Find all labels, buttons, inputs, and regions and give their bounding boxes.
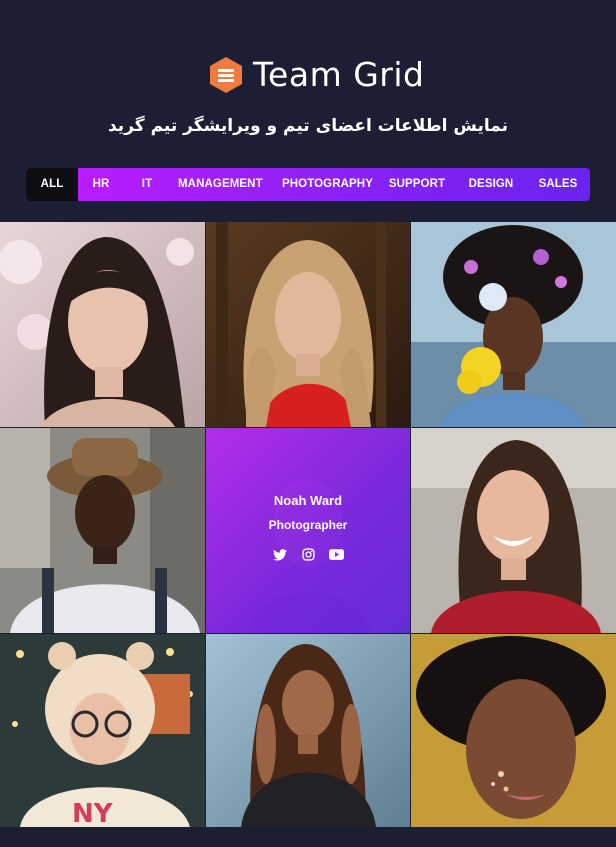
filter-hr[interactable]: HR xyxy=(86,168,116,201)
filter-photography[interactable]: PHOTOGRAPHY xyxy=(282,168,373,201)
team-member-card[interactable] xyxy=(206,222,410,427)
member-photo: NY xyxy=(0,634,205,827)
instagram-icon[interactable] xyxy=(300,547,316,563)
filter-design[interactable]: DESIGN xyxy=(466,168,516,201)
page-title: Team Grid xyxy=(253,55,425,94)
filter-management[interactable]: MANAGEMENT xyxy=(178,168,263,201)
social-links xyxy=(266,547,350,563)
twitter-icon[interactable] xyxy=(272,547,288,563)
team-grid-logo-icon xyxy=(210,57,242,93)
team-member-card[interactable]: NY xyxy=(0,634,205,827)
svg-text:NY: NY xyxy=(72,799,114,827)
member-photo xyxy=(0,428,205,633)
filter-it[interactable]: IT xyxy=(136,168,158,201)
filter-sales[interactable]: SALES xyxy=(536,168,580,201)
filter-all[interactable]: ALL xyxy=(26,168,78,201)
member-photo xyxy=(0,222,205,427)
team-member-card[interactable] xyxy=(0,428,205,633)
member-photo xyxy=(206,222,410,427)
team-member-card[interactable] xyxy=(206,634,410,827)
member-photo xyxy=(411,634,616,827)
page-header: Team Grid نمایش اطلاعات اعضای تیم و ویرا… xyxy=(0,0,616,222)
member-photo xyxy=(411,222,616,427)
member-photo xyxy=(206,634,410,827)
member-photo xyxy=(411,428,616,633)
team-member-card[interactable] xyxy=(0,222,205,427)
member-role: Photographer xyxy=(268,517,348,532)
member-info-overlay: Noah Ward Photographer xyxy=(206,428,410,633)
filter-support[interactable]: SUPPORT xyxy=(388,168,446,201)
team-member-card-hovered[interactable]: Noah Ward Photographer xyxy=(206,428,410,633)
team-member-card[interactable] xyxy=(411,428,616,633)
page-footer xyxy=(0,827,616,847)
filter-bar: ALL HR IT MANAGEMENT PHOTOGRAPHY SUPPORT… xyxy=(26,168,590,201)
member-name: Noah Ward xyxy=(273,492,343,508)
team-grid: Noah Ward Photographer NY xyxy=(0,222,616,827)
team-member-card[interactable] xyxy=(411,634,616,827)
youtube-icon[interactable] xyxy=(328,547,344,563)
page-subtitle: نمایش اطلاعات اعضای تیم و ویرایشگر تیم گ… xyxy=(107,116,509,136)
brand: Team Grid xyxy=(207,55,424,95)
team-member-card[interactable] xyxy=(411,222,616,427)
